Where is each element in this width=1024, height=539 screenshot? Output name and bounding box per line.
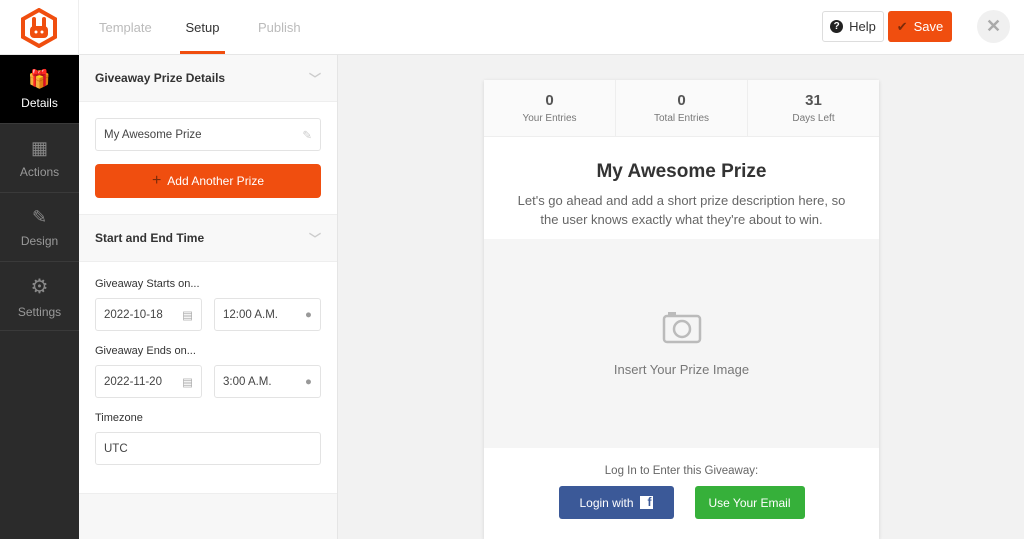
facebook-label: Login with xyxy=(579,495,634,510)
chevron-down-icon: ﹀ xyxy=(308,231,321,246)
stat-days-left: 31 Days Left xyxy=(748,80,879,136)
prize-title: My Awesome Prize xyxy=(596,161,767,182)
stat-value: 0 xyxy=(677,92,686,109)
stat-label: Days Left xyxy=(792,113,835,124)
timezone-value: UTC xyxy=(104,442,128,455)
stats-row: 0 Your Entries 0 Total Entries 31 Days Left xyxy=(484,80,879,137)
start-date-input[interactable]: 2022-10-18 ▤ xyxy=(95,298,202,331)
image-placeholder-label: Insert Your Prize Image xyxy=(613,362,750,377)
gear-icon: ⚙ xyxy=(30,275,49,298)
sidebar-item-settings[interactable]: ⚙ Settings xyxy=(0,262,79,331)
settings-panel: Giveaway Prize Details ﹀ My Awesome Prize… xyxy=(79,55,338,539)
stat-label: Total Entries xyxy=(653,113,710,124)
logo[interactable] xyxy=(0,0,79,55)
cubes-icon: ▦ xyxy=(30,137,48,158)
tab-template[interactable]: Template xyxy=(99,0,152,55)
start-time-input[interactable]: 12:00 A.M. ● xyxy=(214,298,321,331)
rabbit-logo-icon xyxy=(21,7,57,48)
tab-setup[interactable]: Setup xyxy=(180,0,225,54)
plus-icon: + xyxy=(151,172,162,189)
sidebar-item-label: Actions xyxy=(19,164,60,179)
section-title: Start and End Time xyxy=(95,231,205,245)
sidebar: 🎁 Details ▦ Actions ✎ Design ⚙ Settings xyxy=(0,55,79,539)
section-title: Giveaway Prize Details xyxy=(95,71,226,85)
sidebar-item-details[interactable]: 🎁 Details xyxy=(0,55,79,124)
end-date-value: 2022-11-20 xyxy=(104,375,162,388)
calendar-icon: ▤ xyxy=(182,309,193,322)
start-time-value: 12:00 A.M. xyxy=(223,308,278,321)
pencil-ruler-icon: ✎ xyxy=(31,206,48,227)
clock-icon: ● xyxy=(305,308,312,321)
prize-description: Let's go ahead and add a short prize des… xyxy=(517,193,846,227)
close-button[interactable]: ✕ xyxy=(977,10,1010,43)
pencil-icon[interactable]: ✎ xyxy=(302,128,312,142)
calendar-icon: ▤ xyxy=(182,376,193,389)
timezone-label: Timezone xyxy=(95,412,143,424)
gift-icon: 🎁 xyxy=(28,68,51,89)
clock-icon: ● xyxy=(305,375,312,388)
prize-image-placeholder[interactable]: Insert Your Prize Image xyxy=(484,239,879,448)
end-time-value: 3:00 A.M. xyxy=(223,375,272,388)
sidebar-item-label: Settings xyxy=(17,304,62,319)
help-label: Help xyxy=(849,19,876,34)
chevron-down-icon: ﹀ xyxy=(308,71,321,86)
facebook-login-button[interactable]: Login with f xyxy=(558,486,674,519)
stat-label: Your Entries xyxy=(522,113,577,124)
giveaway-preview-card: 0 Your Entries 0 Total Entries 31 Days Left… xyxy=(484,80,879,539)
sidebar-item-label: Details xyxy=(21,95,58,110)
time-section-header[interactable]: Start and End Time ﹀ xyxy=(79,215,337,262)
question-circle-icon: ? xyxy=(830,20,844,33)
end-time-input[interactable]: 3:00 A.M. ● xyxy=(214,365,321,398)
stat-value: 31 xyxy=(805,92,822,109)
stat-total-entries: 0 Total Entries xyxy=(616,80,748,136)
checkmark-icon: ✔ xyxy=(896,18,908,34)
stat-value: 0 xyxy=(545,92,554,109)
help-button[interactable]: ? Help xyxy=(822,11,884,42)
stat-your-entries: 0 Your Entries xyxy=(484,80,616,136)
prize-name-value: My Awesome Prize xyxy=(104,128,202,141)
login-prompt: Log In to Enter this Giveaway: xyxy=(604,465,759,477)
sidebar-item-label: Design xyxy=(20,233,59,248)
prize-name-input[interactable]: My Awesome Prize ✎ xyxy=(95,118,321,151)
add-prize-label: Add Another Prize xyxy=(167,174,265,188)
sidebar-item-design[interactable]: ✎ Design xyxy=(0,193,79,262)
sidebar-item-actions[interactable]: ▦ Actions xyxy=(0,124,79,193)
save-button[interactable]: ✔ Save xyxy=(888,11,952,42)
add-another-prize-button[interactable]: + Add Another Prize xyxy=(95,164,321,198)
start-date-value: 2022-10-18 xyxy=(104,308,163,321)
email-login-button[interactable]: Use Your Email xyxy=(694,486,805,519)
starts-label: Giveaway Starts on... xyxy=(95,278,200,290)
prize-section-header[interactable]: Giveaway Prize Details ﹀ xyxy=(79,55,337,102)
tab-publish[interactable]: Publish xyxy=(258,0,301,55)
ends-label: Giveaway Ends on... xyxy=(95,345,196,357)
close-icon: ✕ xyxy=(985,16,1002,36)
save-label: Save xyxy=(913,19,944,34)
facebook-icon: f xyxy=(639,495,653,509)
camera-icon xyxy=(662,312,701,344)
timezone-input[interactable]: UTC xyxy=(95,432,321,465)
end-date-input[interactable]: 2022-11-20 ▤ xyxy=(95,365,202,398)
